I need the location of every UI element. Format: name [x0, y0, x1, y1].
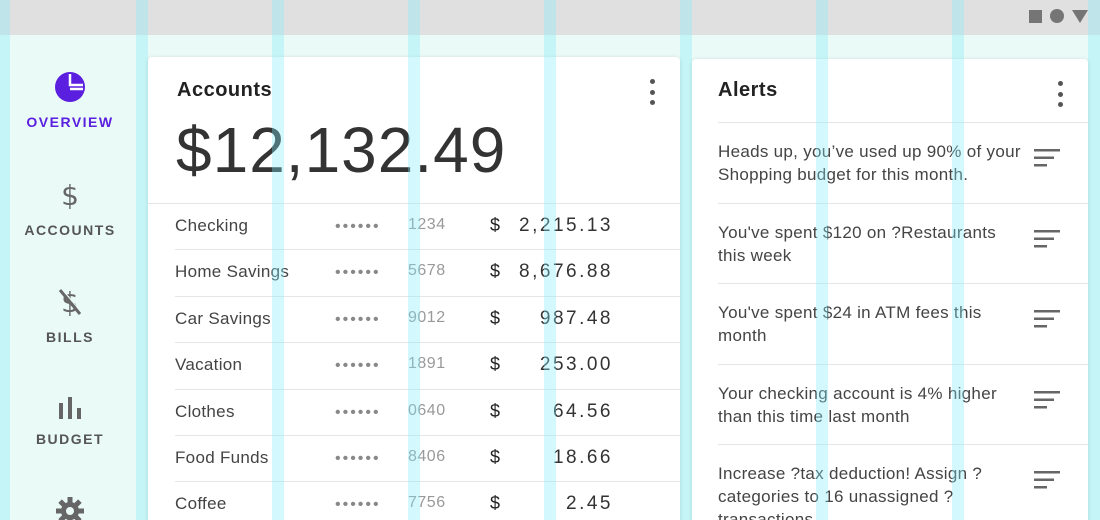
bar-chart-icon: [59, 397, 81, 419]
table-row[interactable]: Checking •••••• 1234 $ 2,215.13: [175, 204, 680, 251]
currency-symbol: $: [490, 446, 501, 467]
account-name: Coffee: [175, 494, 227, 514]
alert-text: Heads up, you’ve used up 90% of your Sho…: [718, 142, 1021, 184]
alerts-list: Heads up, you’ve used up 90% of your Sho…: [718, 122, 1088, 520]
table-row[interactable]: Food Funds •••••• 8406 $ 18.66: [175, 436, 680, 483]
list-item[interactable]: Heads up, you’ve used up 90% of your Sho…: [718, 123, 1088, 204]
gear-icon: [56, 497, 84, 520]
account-mask: ••••••: [335, 310, 381, 328]
currency-symbol: $: [490, 215, 501, 235]
account-name: Car Savings: [175, 308, 271, 328]
card-title: Alerts: [718, 79, 778, 101]
account-number: 5678: [408, 262, 446, 280]
table-row[interactable]: Home Savings •••••• 5678 $ 8,676.88: [175, 250, 680, 297]
money-off-icon: $: [58, 287, 83, 317]
sidebar-item-label: OVERVIEW: [26, 114, 114, 130]
account-amount: 18.66: [552, 446, 613, 468]
window-title-bar: [0, 0, 1100, 35]
window-controls: [1029, 9, 1088, 23]
card-title: Accounts: [177, 79, 273, 101]
alert-text: You've spent $120 on ?Restaurants this w…: [718, 222, 997, 265]
account-mask: ••••••: [335, 218, 381, 235]
account-mask: ••••••: [335, 403, 381, 421]
sort-icon[interactable]: [1034, 229, 1060, 248]
currency-symbol: $: [490, 493, 501, 514]
list-item[interactable]: You've spent $24 in ATM fees this month: [718, 284, 1088, 365]
account-number: 8406: [408, 447, 446, 465]
alert-text: Increase ?tax deduction! Assign ? catego…: [718, 464, 983, 520]
account-mask: ••••••: [335, 264, 381, 282]
accounts-list: Checking •••••• 1234 $ 2,215.13 Home Sav…: [148, 203, 680, 520]
account-mask: ••••••: [335, 357, 381, 375]
circle-icon[interactable]: [1050, 9, 1064, 23]
list-item[interactable]: You've spent $120 on ?Restaurants this w…: [718, 204, 1088, 284]
account-name: Vacation: [175, 355, 243, 375]
list-item[interactable]: Increase ?tax deduction! Assign ? catego…: [718, 445, 1088, 520]
account-name: Food Funds: [175, 447, 269, 467]
triangle-icon[interactable]: [1072, 9, 1088, 23]
more-vert-icon[interactable]: [1058, 81, 1064, 107]
account-name: Home Savings: [175, 262, 290, 282]
sidebar-item-budget[interactable]: BUDGET: [0, 397, 140, 447]
square-icon[interactable]: [1029, 9, 1042, 23]
sidebar-item-settings[interactable]: [0, 497, 140, 520]
sort-icon[interactable]: [1034, 310, 1060, 328]
account-number: 1891: [408, 355, 446, 373]
table-row[interactable]: Vacation •••••• 1891 $ 253.00: [175, 343, 680, 390]
account-amount: 253.00: [539, 354, 613, 376]
alerts-card: Alerts Heads up, you’ve used up 90% of y…: [692, 59, 1088, 520]
sort-icon[interactable]: [1034, 149, 1060, 167]
account-mask: ••••••: [335, 449, 381, 467]
grid-column: [1088, 0, 1100, 520]
alert-text: You've spent $24 in ATM fees this month: [718, 303, 982, 345]
sort-icon[interactable]: [1034, 471, 1060, 489]
account-mask: ••••••: [335, 496, 381, 514]
account-number: 7756: [408, 494, 446, 512]
sidebar-item-overview[interactable]: OVERVIEW: [0, 72, 140, 130]
account-number: 1234: [408, 216, 446, 233]
account-amount: 8,676.88: [519, 261, 613, 283]
account-name: Checking: [175, 216, 249, 235]
list-item[interactable]: Your checking account is 4% higher than …: [718, 365, 1088, 445]
sidebar-item-bills[interactable]: $ BILLS: [0, 287, 140, 345]
table-row[interactable]: Car Savings •••••• 9012 $ 987.48: [175, 297, 680, 344]
currency-symbol: $: [490, 307, 501, 328]
dollar-icon: $: [61, 180, 79, 210]
sidebar-item-label: ACCOUNTS: [24, 222, 116, 238]
table-row[interactable]: Clothes •••••• 0640 $ 64.56: [175, 390, 680, 436]
account-number: 9012: [408, 308, 446, 326]
currency-symbol: $: [490, 261, 501, 282]
account-amount: 64.56: [552, 400, 613, 422]
currency-symbol: $: [490, 354, 501, 375]
sidebar-item-accounts[interactable]: $ ACCOUNTS: [0, 180, 140, 238]
sidebar-item-label: BILLS: [46, 329, 94, 345]
svg-text:$: $: [61, 180, 79, 210]
accounts-card: Accounts $12,132.49 Checking •••••• 1234…: [148, 57, 680, 520]
account-amount: 2,215.13: [519, 215, 613, 236]
alert-text: Your checking account is 4% higher than …: [718, 383, 997, 426]
sort-icon[interactable]: [1034, 390, 1060, 409]
pie-chart-icon: [55, 72, 85, 102]
account-amount: 2.45: [566, 493, 613, 515]
grid-column: [680, 0, 692, 520]
account-number: 0640: [408, 401, 446, 419]
account-amount: 987.48: [539, 307, 613, 329]
sidebar-nav: OVERVIEW $ ACCOUNTS $ BILLS BUDGET: [0, 35, 140, 520]
table-row[interactable]: Coffee •••••• 7756 $ 2.45: [175, 482, 680, 520]
sidebar-item-label: BUDGET: [35, 431, 105, 447]
account-name: Clothes: [175, 401, 235, 421]
currency-symbol: $: [490, 400, 501, 421]
total-balance: $12,132.49: [176, 114, 507, 186]
more-vert-icon[interactable]: [650, 79, 656, 105]
